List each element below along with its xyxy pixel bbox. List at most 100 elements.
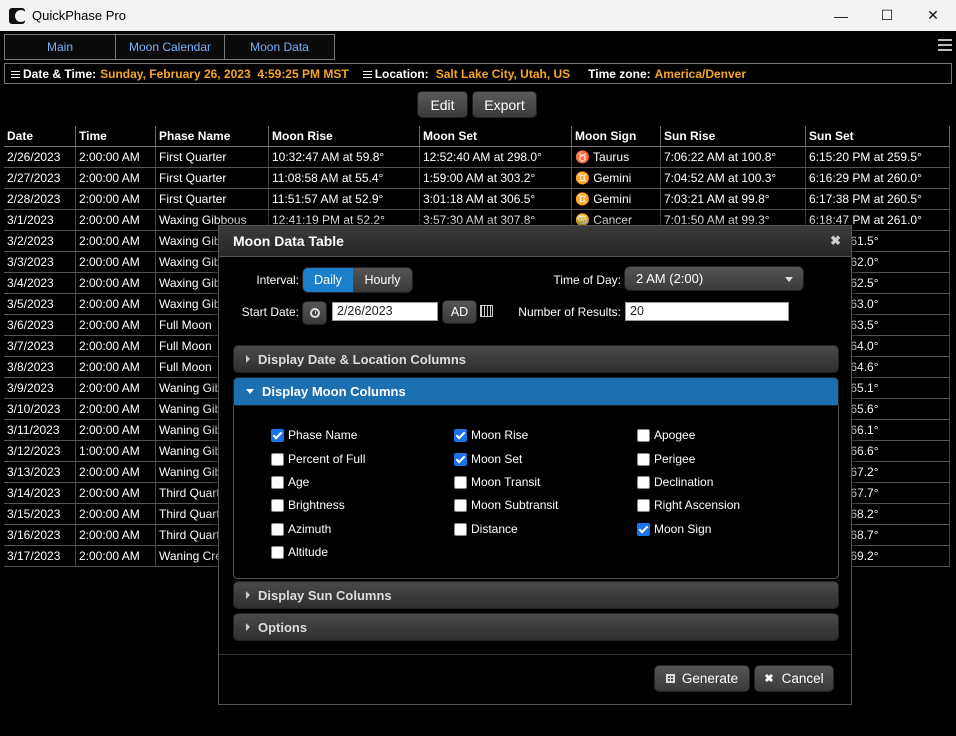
- table-cell: 3/11/2023: [4, 420, 76, 440]
- checkbox[interactable]: [271, 522, 284, 536]
- table-cell: 2:00:00 AM: [76, 189, 156, 209]
- moon-column-option[interactable]: Moon Sign: [637, 522, 711, 536]
- column-header[interactable]: Phase Name: [156, 126, 269, 146]
- moon-column-option[interactable]: Declination: [637, 475, 713, 489]
- column-header[interactable]: Date: [4, 126, 76, 146]
- datetime-menu-icon[interactable]: [11, 69, 20, 80]
- checkbox-label: Moon Transit: [471, 475, 541, 489]
- checkbox[interactable]: [454, 428, 467, 442]
- checkbox[interactable]: [271, 475, 284, 489]
- moon-column-option[interactable]: Brightness: [271, 498, 345, 512]
- tab-moon-calendar[interactable]: Moon Calendar: [115, 34, 224, 60]
- main-tabs: Main Moon Calendar Moon Data: [4, 34, 335, 60]
- moon-column-option[interactable]: Age: [271, 475, 309, 489]
- section-date-location-columns[interactable]: Display Date & Location Columns: [233, 345, 839, 373]
- moon-column-option[interactable]: Moon Subtransit: [454, 498, 558, 512]
- checkbox-label: Moon Set: [471, 452, 523, 466]
- interval-hourly-button[interactable]: Hourly: [353, 268, 412, 292]
- checkbox[interactable]: [637, 498, 650, 512]
- checkbox[interactable]: [454, 452, 467, 466]
- moon-data-table-dialog: Moon Data Table ✖ Interval: Daily Hourly…: [218, 225, 852, 705]
- time-of-day-select[interactable]: 2 AM (2:00): [624, 266, 804, 291]
- location-menu-icon[interactable]: [362, 69, 372, 80]
- start-date-input[interactable]: 2/26/2023: [332, 302, 438, 321]
- table-cell: 2:00:00 AM: [76, 378, 156, 398]
- info-bar: Date & Time: Sunday, February 26, 2023 4…: [4, 63, 952, 84]
- column-header[interactable]: Moon Set: [420, 126, 572, 146]
- maximize-button[interactable]: ☐: [864, 0, 910, 31]
- checkbox[interactable]: [637, 452, 650, 466]
- tab-main[interactable]: Main: [4, 34, 115, 60]
- table-cell: 3/15/2023: [4, 504, 76, 524]
- moon-column-option[interactable]: Perigee: [637, 452, 695, 466]
- checkbox[interactable]: [454, 475, 467, 489]
- moon-column-option[interactable]: Distance: [454, 522, 518, 536]
- moon-column-option[interactable]: Right Ascension: [637, 498, 740, 512]
- table-cell: 2:00:00 AM: [76, 252, 156, 272]
- table-cell: 2:00:00 AM: [76, 168, 156, 188]
- checkbox-label: Declination: [654, 475, 714, 489]
- column-header[interactable]: Time: [76, 126, 156, 146]
- start-date-label: Start Date:: [241, 305, 299, 319]
- era-button[interactable]: AD: [442, 300, 477, 324]
- cancel-label: Cancel: [781, 671, 824, 686]
- column-header[interactable]: Moon Rise: [269, 126, 420, 146]
- checkbox[interactable]: [271, 498, 284, 512]
- checkbox[interactable]: [271, 428, 284, 442]
- moon-column-option[interactable]: Azimuth: [271, 522, 331, 536]
- checkbox[interactable]: [271, 545, 284, 559]
- main-menu-icon[interactable]: [938, 39, 952, 54]
- moon-column-option[interactable]: Moon Rise: [454, 428, 528, 442]
- calendar-icon[interactable]: [480, 305, 493, 317]
- column-header[interactable]: Sun Set: [806, 126, 950, 146]
- table-cell: 1:59:00 AM at 303.2°: [420, 168, 572, 188]
- dialog-close-icon[interactable]: ✖: [830, 233, 841, 249]
- moon-column-option[interactable]: Phase Name: [271, 428, 357, 442]
- table-cell: 6:16:29 PM at 260.0°: [806, 168, 950, 188]
- moon-column-option[interactable]: Percent of Full: [271, 452, 365, 466]
- section-sun-columns[interactable]: Display Sun Columns: [233, 581, 839, 609]
- table-cell: 3/2/2023: [4, 231, 76, 251]
- table-cell: First Quarter: [156, 168, 269, 188]
- checkbox[interactable]: [271, 452, 284, 466]
- table-cell: 3/3/2023: [4, 252, 76, 272]
- table-row[interactable]: 2/27/2023 2:00:00 AM First Quarter 11:08:58…: [4, 168, 950, 189]
- interval-daily-button[interactable]: Daily: [303, 268, 353, 292]
- table-row[interactable]: 2/28/2023 2:00:00 AM First Quarter 11:51:57…: [4, 189, 950, 210]
- moon-column-option[interactable]: Apogee: [637, 428, 695, 442]
- tab-moon-data[interactable]: Moon Data: [224, 34, 335, 60]
- checkbox[interactable]: [637, 428, 650, 442]
- app-moon-icon: [9, 7, 25, 24]
- checkbox-label: Perigee: [654, 452, 696, 466]
- moon-column-option[interactable]: Altitude: [271, 545, 328, 559]
- column-header[interactable]: Moon Sign: [572, 126, 661, 146]
- number-of-results-input[interactable]: 20: [625, 302, 789, 321]
- table-row[interactable]: 2/26/2023 2:00:00 AM First Quarter 10:32:47…: [4, 147, 950, 168]
- table-cell: 3/5/2023: [4, 294, 76, 314]
- section-options[interactable]: Options: [233, 613, 839, 641]
- table-cell: 2:00:00 AM: [76, 357, 156, 377]
- timezone-value: America/Denver: [654, 66, 747, 81]
- edit-button[interactable]: Edit: [417, 91, 468, 118]
- table-cell: 7:04:52 AM at 100.3°: [661, 168, 806, 188]
- table-cell: 3/8/2023: [4, 357, 76, 377]
- column-header[interactable]: Sun Rise: [661, 126, 806, 146]
- table-cell: 3/10/2023: [4, 399, 76, 419]
- moon-column-option[interactable]: Moon Set: [454, 452, 522, 466]
- table-cell: 3/12/2023: [4, 441, 76, 461]
- moon-column-option[interactable]: Moon Transit: [454, 475, 540, 489]
- start-date-clock-button[interactable]: [302, 301, 327, 325]
- checkbox[interactable]: [454, 498, 467, 512]
- export-button[interactable]: Export: [472, 91, 537, 118]
- generate-button[interactable]: Generate: [654, 665, 750, 692]
- section-moon-label: Display Moon Columns: [262, 384, 406, 399]
- checkbox[interactable]: [637, 522, 650, 536]
- cancel-button[interactable]: ✖ Cancel: [754, 665, 834, 692]
- section-moon-columns[interactable]: Display Moon Columns: [233, 377, 839, 406]
- location-label: Location:: [374, 66, 429, 81]
- minimize-button[interactable]: —: [818, 0, 864, 31]
- close-window-button[interactable]: ✕: [910, 0, 956, 31]
- checkbox[interactable]: [454, 522, 467, 536]
- interval-label: Interval:: [256, 273, 299, 287]
- checkbox[interactable]: [637, 475, 650, 489]
